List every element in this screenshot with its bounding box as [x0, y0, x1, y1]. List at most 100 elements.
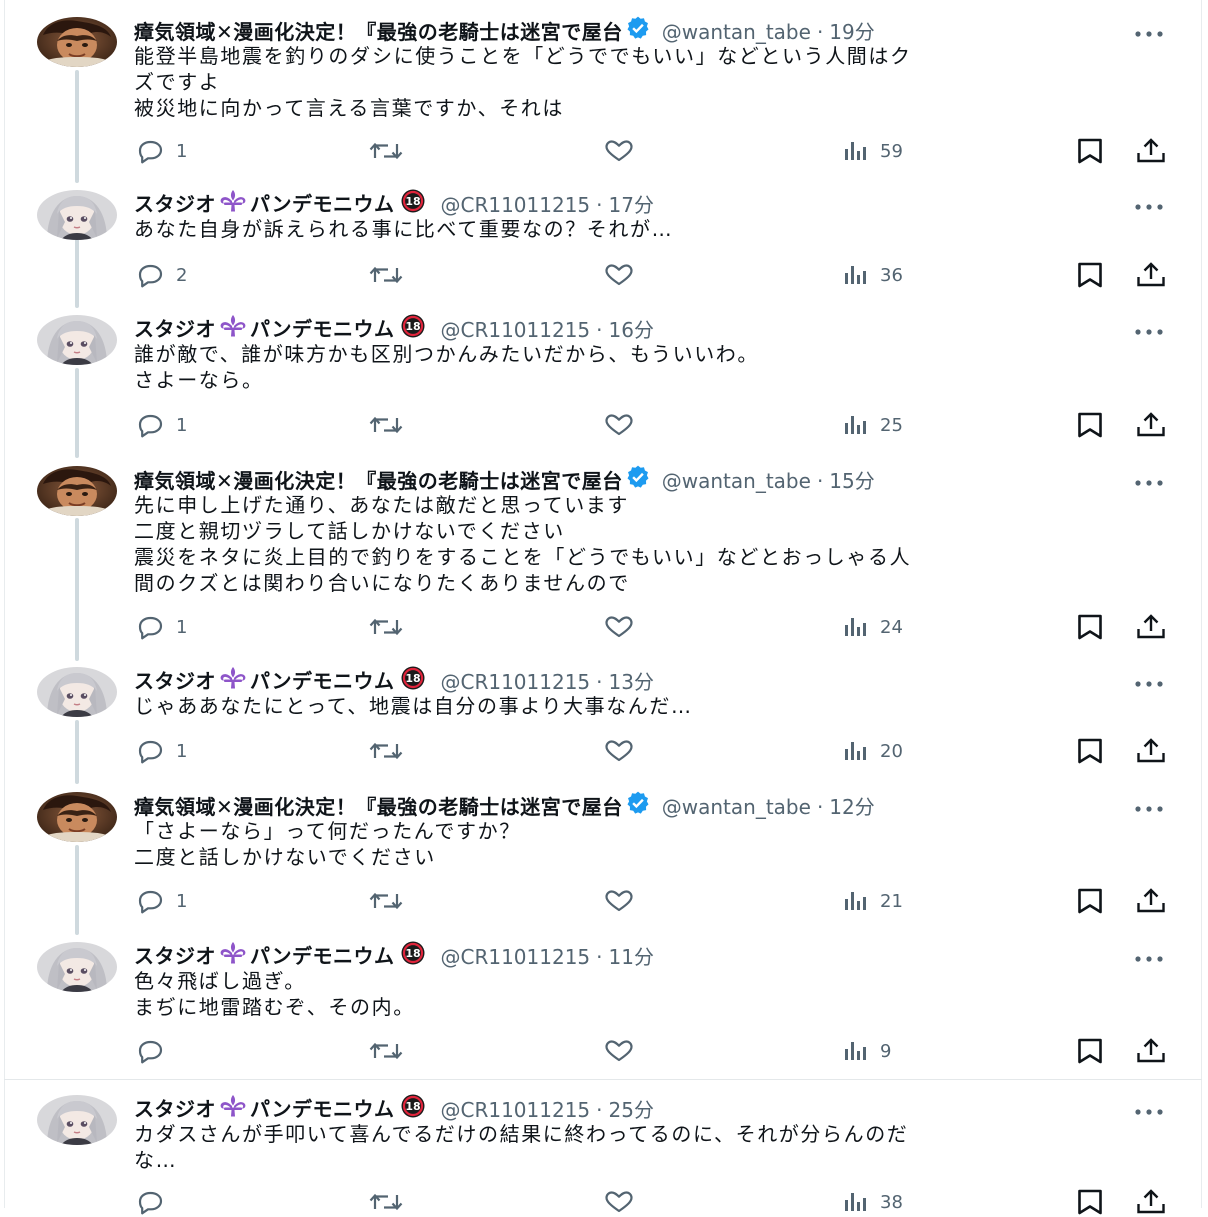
avatar[interactable] — [37, 315, 117, 365]
retweet-icon — [366, 412, 406, 438]
bookmark-button[interactable] — [1075, 1036, 1105, 1066]
bookmark-icon — [1075, 1188, 1105, 1216]
tweet-actions: 2 36 — [0, 260, 1208, 290]
like-button[interactable] — [602, 410, 644, 440]
display-name-part: パンデモニウム — [250, 668, 395, 693]
bookmark-button[interactable] — [1075, 886, 1105, 916]
like-button[interactable] — [602, 136, 644, 166]
like-button[interactable] — [602, 612, 644, 642]
more-icon — [1134, 948, 1164, 967]
views-button[interactable]: 25 — [842, 410, 903, 440]
reply-button[interactable]: 1 — [134, 612, 187, 642]
retweet-icon — [366, 888, 406, 914]
avatar[interactable] — [37, 792, 117, 842]
like-button[interactable] — [602, 1187, 644, 1217]
retweet-button[interactable] — [366, 1187, 414, 1217]
share-icon — [1135, 737, 1167, 765]
share-button[interactable] — [1135, 410, 1167, 440]
tweet-actions: 1 25 — [0, 410, 1208, 440]
share-icon — [1135, 1188, 1167, 1216]
reply-button[interactable]: 1 — [134, 736, 187, 766]
retweet-button[interactable] — [366, 612, 414, 642]
display-name-part: パンデモニウム — [250, 191, 395, 216]
retweet-button[interactable] — [366, 736, 414, 766]
like-button[interactable] — [602, 886, 644, 916]
more-icon — [1134, 196, 1164, 215]
tweet-text-line: 震災をネタに炎上目的で釣りをすることを「どうでもいい」などとおっしゃる人 — [134, 545, 912, 569]
retweet-icon — [366, 614, 406, 640]
bookmark-icon — [1075, 261, 1105, 289]
reply-button[interactable]: 2 — [134, 260, 187, 290]
like-button[interactable] — [602, 736, 644, 766]
reply-button[interactable]: 1 — [134, 136, 187, 166]
tweet-text: じゃああなたにとって、地震は自分の事より大事なんだ… — [134, 693, 1164, 719]
reply-count: 1 — [176, 414, 188, 436]
bookmark-button[interactable] — [1075, 612, 1105, 642]
svg-text:18: 18 — [405, 947, 420, 960]
bookmark-button[interactable] — [1075, 410, 1105, 440]
share-icon — [1135, 887, 1167, 915]
avatar[interactable] — [37, 17, 117, 67]
avatar[interactable] — [37, 1095, 117, 1145]
views-icon — [842, 1038, 872, 1064]
reply-button[interactable]: 1 — [134, 410, 187, 440]
like-button[interactable] — [602, 1036, 644, 1066]
avatar[interactable] — [37, 667, 117, 717]
share-button[interactable] — [1135, 612, 1167, 642]
avatar[interactable] — [37, 466, 117, 516]
views-button[interactable]: 36 — [842, 260, 903, 290]
like-button[interactable] — [602, 260, 644, 290]
display-name-text: 瘴気領域✕漫画化決定！『最強の老騎士は迷宮で屋台 — [134, 795, 623, 819]
tweet-text-line: さよーなら。 — [134, 368, 264, 392]
share-button[interactable] — [1135, 260, 1167, 290]
tweet-text-line: じゃああなたにとって、地震は自分の事より大事なんだ… — [134, 694, 693, 718]
views-icon — [842, 262, 872, 288]
tweet-text-line: な… — [134, 1148, 178, 1172]
svg-text:18: 18 — [405, 1100, 420, 1113]
bookmark-icon — [1075, 887, 1105, 915]
display-name-part: スタジオ — [134, 668, 216, 693]
retweet-button[interactable] — [366, 260, 414, 290]
share-button[interactable] — [1135, 886, 1167, 916]
views-button[interactable]: 20 — [842, 736, 903, 766]
avatar[interactable] — [37, 190, 117, 240]
timeline-feed: 瘴気領域✕漫画化決定！『最強の老騎士は迷宮で屋台 @wantan_tabe · 19分… — [0, 0, 1208, 1215]
share-button[interactable] — [1135, 736, 1167, 766]
display-name-part: スタジオ — [134, 1096, 216, 1121]
tweet-text-line: 先に申し上げた通り、あなたは敵だと思っています — [134, 493, 629, 517]
display-name-part: パンデモニウム — [250, 943, 395, 968]
views-button[interactable]: 38 — [842, 1187, 903, 1217]
views-count: 38 — [880, 1191, 903, 1213]
share-button[interactable] — [1135, 1187, 1167, 1217]
avatar[interactable] — [37, 942, 117, 992]
tweet-text-line: 二度と親切ヅラして話しかけないでください — [134, 519, 565, 543]
views-button[interactable]: 59 — [842, 136, 903, 166]
bookmark-button[interactable] — [1075, 736, 1105, 766]
bookmark-button[interactable] — [1075, 1187, 1105, 1217]
views-count: 36 — [880, 264, 903, 286]
retweet-button[interactable] — [366, 1036, 414, 1066]
retweet-button[interactable] — [366, 886, 414, 916]
reply-button[interactable] — [134, 1187, 176, 1217]
views-button[interactable]: 21 — [842, 886, 903, 916]
retweet-button[interactable] — [366, 410, 414, 440]
reply-count: 1 — [176, 740, 188, 762]
reply-button[interactable] — [134, 1036, 176, 1066]
svg-text:18: 18 — [405, 195, 420, 208]
more-icon — [1134, 798, 1164, 817]
reply-button[interactable]: 1 — [134, 886, 187, 916]
views-count: 59 — [880, 140, 903, 162]
retweet-button[interactable] — [366, 136, 414, 166]
reply-icon — [134, 262, 168, 288]
share-button[interactable] — [1135, 1036, 1167, 1066]
views-count: 25 — [880, 414, 903, 436]
bookmark-icon — [1075, 137, 1105, 165]
bookmark-button[interactable] — [1075, 260, 1105, 290]
share-button[interactable] — [1135, 136, 1167, 166]
views-button[interactable]: 24 — [842, 612, 903, 642]
like-icon — [602, 138, 636, 164]
bookmark-button[interactable] — [1075, 136, 1105, 166]
views-icon — [842, 888, 872, 914]
views-button[interactable]: 9 — [842, 1036, 891, 1066]
bookmark-icon — [1075, 411, 1105, 439]
